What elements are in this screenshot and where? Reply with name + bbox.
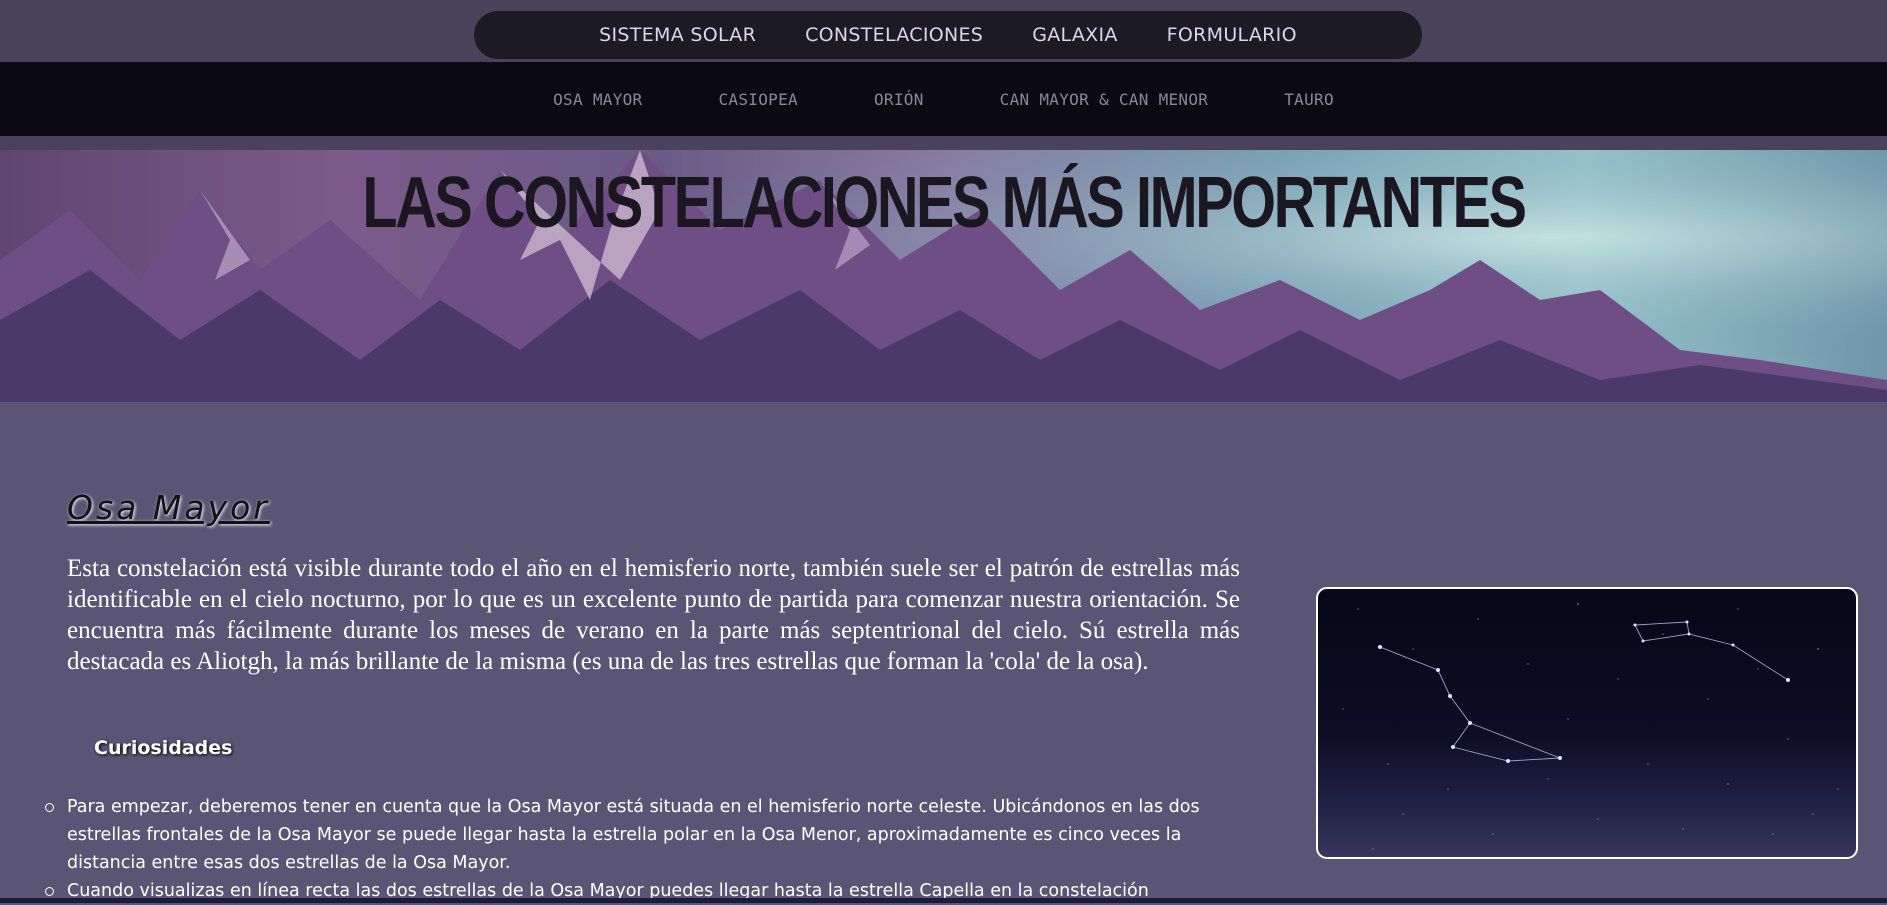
circle-bullet-icon: [45, 887, 54, 896]
nav-link-formulario[interactable]: FORMULARIO: [1167, 24, 1297, 46]
page-title: LAS CONSTELACIONES MÁS IMPORTANTES: [362, 163, 1527, 243]
circle-bullet-icon: [45, 803, 54, 812]
subnav-link-orion[interactable]: ORIÓN: [874, 90, 924, 109]
subnav-link-tauro[interactable]: TAURO: [1284, 90, 1334, 109]
constellation-diagram: [1342, 603, 1839, 850]
curiosidades-list: Para empezar, deberemos tener en cuenta …: [45, 793, 1247, 905]
section-intro-paragraph: Esta constelación está visible durante t…: [67, 555, 1240, 675]
nav-link-constelaciones[interactable]: CONSTELACIONES: [805, 24, 983, 46]
bottom-edge: [0, 898, 1887, 903]
top-bar: SISTEMA SOLAR CONSTELACIONES GALAXIA FOR…: [0, 0, 1887, 62]
curiosidades-heading: Curiosidades: [94, 737, 233, 759]
constellation-nav: OSA MAYOR CASIOPEA ORIÓN CAN MAYOR & CAN…: [0, 62, 1887, 136]
list-item-text: Para empezar, deberemos tener en cuenta …: [67, 797, 1200, 873]
nav-link-sistema-solar[interactable]: SISTEMA SOLAR: [599, 24, 756, 46]
subnav-link-can-mayor-menor[interactable]: CAN MAYOR & CAN MENOR: [1000, 90, 1209, 109]
subnav-link-casiopea[interactable]: CASIOPEA: [719, 90, 798, 109]
nav-link-galaxia[interactable]: GALAXIA: [1032, 24, 1117, 46]
list-item: Para empezar, deberemos tener en cuenta …: [45, 793, 1247, 877]
osa-mayor-constellation-image: [1316, 587, 1858, 859]
main-nav: SISTEMA SOLAR CONSTELACIONES GALAXIA FOR…: [474, 11, 1422, 59]
section-title: Osa Mayor: [67, 488, 270, 527]
subnav-link-osa-mayor[interactable]: OSA MAYOR: [553, 90, 642, 109]
nav-spacer: [0, 136, 1887, 150]
hero-banner: LAS CONSTELACIONES MÁS IMPORTANTES: [0, 150, 1887, 402]
